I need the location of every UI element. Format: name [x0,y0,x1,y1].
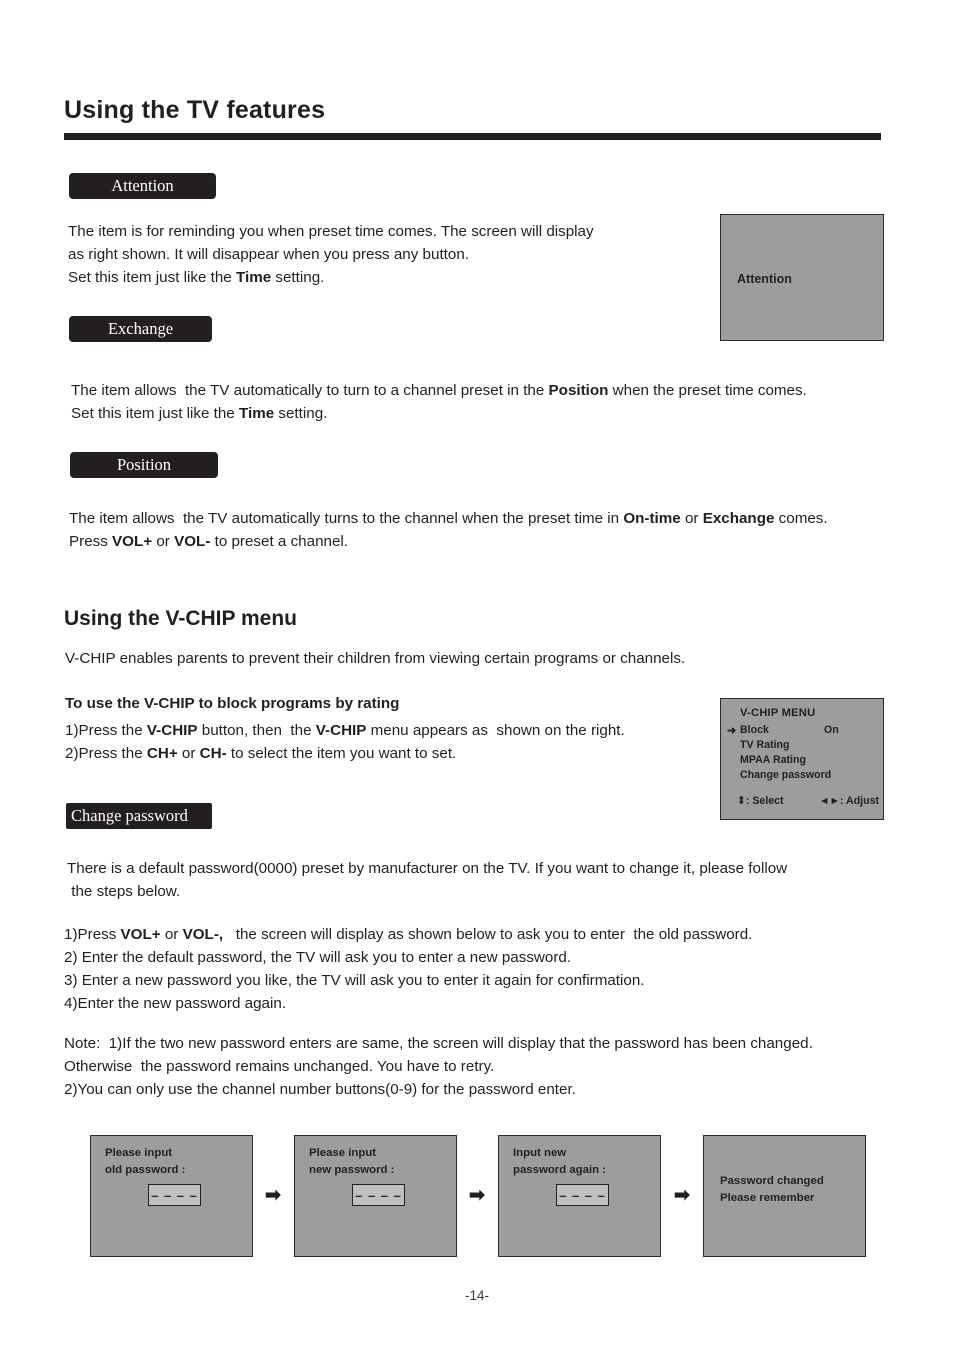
flow-arrow-icon: ➡ [674,1185,690,1206]
tv-screen-password-step: Input new password again : – – – – [498,1135,661,1257]
tv-screen-password-prompt: Input new password again : [513,1147,607,1176]
vchip-select-label: : Select [745,795,784,807]
vchip-steps: 1)Press the V-CHIP button, then the V-CH… [65,722,625,762]
tv-screen-password-prompt: Please input new password : [309,1147,395,1176]
section-chip-exchange: Exchange [69,316,212,342]
selection-arrow-icon: ➜ [727,725,737,737]
vchip-menu-item-label: Change password [740,769,832,781]
vchip-menu-item-value: On [824,724,839,736]
vchip-howto-title: To use the V-CHIP to block programs by r… [65,695,400,712]
vchip-menu-item-label: Block [740,724,769,736]
vchip-menu-item-label: MPAA Rating [740,754,806,766]
vchip-menu-title: V-CHIP MENU [740,707,816,719]
manual-page: Using the TV features Attention The item… [0,0,954,1348]
vchip-adjust-hint: ◄►: Adjust [819,795,879,807]
position-body: The item allows the TV automatically tur… [69,510,828,550]
change-password-note: Note: 1)If the two new password enters a… [64,1035,813,1098]
vchip-menu-item[interactable]: MPAA Rating [721,754,883,769]
vchip-menu-item[interactable]: Change password [721,769,883,784]
password-entry-field[interactable]: – – – – [148,1184,201,1206]
tv-screen-password-prompt: Please input old password : [105,1147,186,1176]
vchip-menu-item[interactable]: ➜ Block On [721,724,883,739]
left-right-arrow-icon: ◄► [819,795,840,807]
vchip-adjust-label: : Adjust [839,795,880,807]
change-password-intro: There is a default password(0000) preset… [67,860,788,900]
section-chip-position: Position [70,452,218,478]
section-chip-change-password: Change password [66,803,212,829]
page-title: Using the TV features [64,96,326,124]
tv-screen-password-step: Please input old password : – – – – [90,1135,253,1257]
tv-screen-attention: Attention [720,214,884,341]
up-down-arrow-icon: ⬍ [737,794,745,808]
tv-screen-password-prompt: Password changed Please remember [720,1175,824,1204]
change-password-steps: 1)Press VOL+ or VOL-, the screen will di… [64,926,753,1012]
flow-arrow-icon: ➡ [265,1185,281,1206]
tv-screen-password-step: Please input new password : – – – – [294,1135,457,1257]
password-entry-field[interactable]: – – – – [352,1184,405,1206]
tv-screen-attention-label: Attention [737,272,792,286]
exchange-body: The item allows the TV automatically to … [71,382,807,422]
vchip-heading: Using the V-CHIP menu [64,607,297,630]
vchip-select-hint: ⬍: Select [737,794,784,808]
attention-body: The item is for reminding you when prese… [68,223,594,286]
tv-screen-vchip-menu: V-CHIP MENU ➜ Block On TV Rating MPAA Rating… [720,698,884,820]
section-chip-attention: Attention [69,173,216,199]
vchip-menu-rows: ➜ Block On TV Rating MPAA Rating Change passw… [721,724,883,784]
vchip-menu-item-label: TV Rating [740,739,790,751]
flow-arrow-icon: ➡ [469,1185,485,1206]
vchip-menu-item[interactable]: TV Rating [721,739,883,754]
password-entry-field[interactable]: – – – – [556,1184,609,1206]
title-divider [64,133,881,140]
page-number: -14- [464,1288,489,1303]
vchip-intro: V-CHIP enables parents to prevent their … [65,650,686,667]
tv-screen-password-step: Password changed Please remember [703,1135,866,1257]
